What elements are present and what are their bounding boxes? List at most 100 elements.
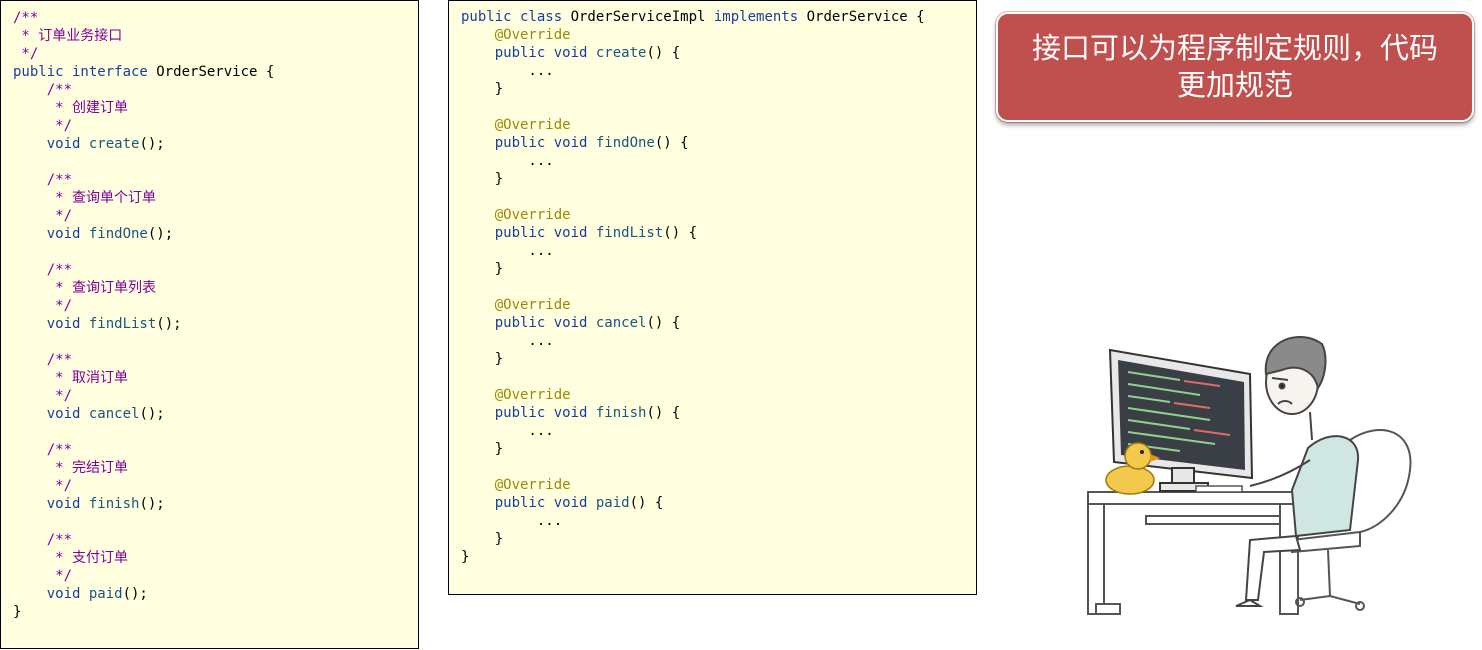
code-line: * 完结订单 [13, 459, 418, 477]
code-token-comment: * 完结订单 [13, 460, 129, 476]
code-token-keyword: public void [461, 405, 596, 421]
callout-banner: 接口可以为程序制定规则，代码 更加规范 [996, 12, 1474, 122]
code-token-plain: (); [139, 136, 165, 152]
code-line: public class OrderServiceImpl implements… [461, 8, 976, 26]
code-line: */ [13, 477, 418, 495]
code-token-comment: */ [13, 208, 73, 224]
code-token-plain: ... [461, 513, 563, 529]
code-line: */ [13, 45, 418, 63]
code-token-plain: (); [139, 406, 165, 422]
code-line: * 取消订单 [13, 369, 418, 387]
code-token-plain: () { [646, 405, 681, 421]
code-token-comment: * 订单业务接口 [13, 28, 123, 44]
code-token-keyword: void [13, 406, 89, 422]
code-line: ... [461, 332, 976, 350]
code-token-comment: /** [13, 352, 73, 368]
code-token-comment: * 查询单个订单 [13, 190, 157, 206]
code-token-comment: */ [13, 298, 73, 314]
code-line: @Override [461, 296, 976, 314]
code-line: public void findList() { [461, 224, 976, 242]
code-token-keyword: void [13, 586, 89, 602]
code-line: /** [13, 531, 418, 549]
code-token-plain: (); [122, 586, 148, 602]
code-token-plain: (); [139, 496, 165, 512]
code-line: /** [13, 261, 418, 279]
code-token-method: paid [88, 586, 123, 602]
code-token-annotation: @Override [461, 207, 571, 223]
code-line: @Override [461, 206, 976, 224]
code-token-method: findList [88, 316, 157, 332]
code-line: } [461, 350, 976, 368]
code-line: /** [13, 9, 418, 27]
code-line: public void paid() { [461, 494, 976, 512]
code-token-method: create [88, 136, 140, 152]
code-line: */ [13, 297, 418, 315]
code-line: * 查询单个订单 [13, 189, 418, 207]
interface-code-panel: /** * 订单业务接口 */public interface OrderSer… [0, 0, 419, 649]
code-line: /** [13, 81, 418, 99]
code-line: ... [461, 422, 976, 440]
code-token-method: cancel [88, 406, 140, 422]
code-token-method: findOne [88, 226, 148, 242]
code-token-plain: } [13, 604, 22, 620]
code-line: public void findOne() { [461, 134, 976, 152]
code-token-keyword: void [13, 136, 89, 152]
code-token-method: findList [595, 225, 664, 241]
code-token-comment: /** [13, 82, 73, 98]
code-line: /** [13, 351, 418, 369]
code-token-comment: * 支付订单 [13, 550, 129, 566]
code-token-plain: OrderService { [806, 9, 925, 25]
code-line: @Override [461, 386, 976, 404]
code-token-plain: } [461, 171, 504, 187]
callout-line-1: 接口可以为程序制定规则，代码 [1031, 31, 1438, 65]
code-token-plain: ... [461, 333, 554, 349]
code-token-plain: } [461, 351, 504, 367]
code-line: ... [461, 152, 976, 170]
code-token-plain: OrderService { [156, 64, 275, 80]
code-token-keyword: void [13, 316, 89, 332]
code-line: void finish(); [13, 495, 418, 513]
code-token-comment: /** [13, 262, 73, 278]
code-token-plain: () { [646, 45, 681, 61]
code-token-method: create [595, 45, 647, 61]
code-token-comment: */ [13, 388, 73, 404]
code-line: public void cancel() { [461, 314, 976, 332]
code-token-plain: () { [663, 225, 698, 241]
code-token-keyword: implements [713, 9, 807, 25]
code-token-annotation: @Override [461, 387, 571, 403]
code-token-plain: ... [461, 153, 554, 169]
code-token-comment: * 查询订单列表 [13, 280, 157, 296]
code-line: */ [13, 117, 418, 135]
code-line: public void finish() { [461, 404, 976, 422]
desk-icon [1087, 491, 1307, 615]
code-token-keyword: void [13, 496, 89, 512]
code-token-plain: } [461, 531, 504, 547]
code-token-comment: /** [13, 442, 73, 458]
code-line: @Override [461, 116, 976, 134]
code-token-method: finish [595, 405, 647, 421]
code-token-keyword: public void [461, 135, 596, 151]
code-token-keyword: public void [461, 45, 596, 61]
callout-line-2: 更加规范 [1176, 68, 1293, 102]
code-token-plain: (); [147, 226, 174, 242]
code-token-keyword: public interface [13, 64, 157, 80]
code-line: public interface OrderService { [13, 63, 418, 81]
code-token-plain: ... [461, 63, 554, 79]
code-line: /** [13, 171, 418, 189]
code-line: */ [13, 387, 418, 405]
code-token-plain: } [461, 441, 504, 457]
code-token-plain: } [461, 549, 470, 565]
code-token-keyword: public class [461, 9, 571, 25]
code-token-plain: () { [629, 495, 664, 511]
code-token-comment: */ [13, 118, 73, 134]
code-line: void paid(); [13, 585, 418, 603]
code-line: @Override [461, 26, 976, 44]
code-token-comment: * 创建订单 [13, 100, 129, 116]
code-token-plain: ... [461, 423, 554, 439]
